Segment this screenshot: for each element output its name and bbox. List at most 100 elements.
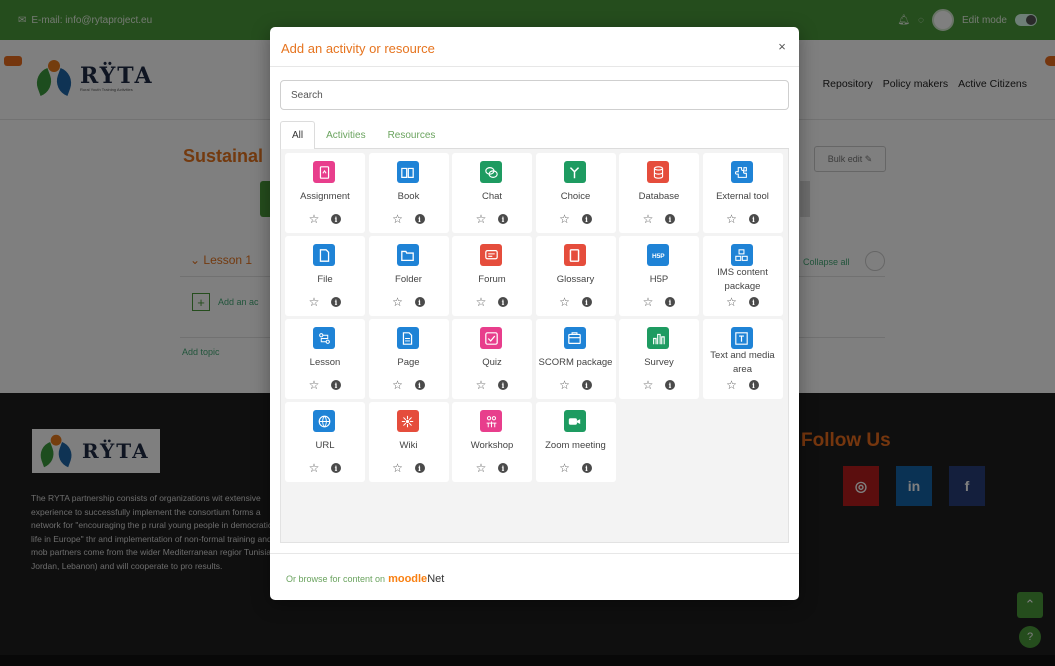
- activity-card-file[interactable]: File ☆ i: [285, 236, 365, 316]
- activity-label: External tool: [716, 191, 769, 202]
- activity-card-ims-package[interactable]: IMS content package ☆ i: [702, 236, 783, 316]
- activity-card-lesson[interactable]: Lesson ☆ i: [285, 319, 365, 399]
- browse-moodlenet-link[interactable]: Or browse for content on moodleNet: [286, 573, 444, 585]
- assignment-icon: [313, 161, 335, 183]
- text-media-icon: [730, 327, 753, 349]
- star-icon[interactable]: ☆: [473, 211, 489, 227]
- info-icon[interactable]: i: [412, 294, 428, 310]
- star-icon[interactable]: ☆: [640, 294, 656, 310]
- activity-label: H5P: [649, 274, 669, 285]
- activity-label: File: [317, 274, 333, 285]
- activity-card-h5p[interactable]: H5P H5P ☆ i: [619, 236, 699, 316]
- info-icon[interactable]: i: [412, 211, 428, 227]
- info-icon[interactable]: i: [412, 377, 428, 393]
- info-icon[interactable]: i: [746, 377, 762, 393]
- activity-grid: Assignment ☆ i Book ☆ i Chat ☆ i Choice ☆ i Database…: [285, 153, 783, 482]
- info-icon[interactable]: i: [495, 377, 511, 393]
- tab-activities[interactable]: Activities: [315, 121, 376, 149]
- info-icon[interactable]: i: [662, 294, 678, 310]
- activity-label: Page: [397, 357, 420, 368]
- activity-card-forum[interactable]: Forum ☆ i: [452, 236, 532, 316]
- star-icon[interactable]: ☆: [557, 211, 573, 227]
- star-icon[interactable]: ☆: [390, 294, 406, 310]
- info-icon[interactable]: i: [746, 294, 762, 310]
- info-icon[interactable]: i: [495, 294, 511, 310]
- star-icon[interactable]: ☆: [390, 377, 406, 393]
- star-icon[interactable]: ☆: [724, 377, 740, 393]
- activity-label: Wiki: [399, 440, 418, 451]
- activity-card-wiki[interactable]: Wiki ☆ i: [368, 402, 449, 482]
- activity-card-url[interactable]: URL ☆ i: [285, 402, 365, 482]
- star-icon[interactable]: ☆: [557, 460, 573, 476]
- info-icon[interactable]: i: [328, 294, 344, 310]
- star-icon[interactable]: ☆: [473, 377, 489, 393]
- activity-card-survey[interactable]: Survey ☆ i: [619, 319, 699, 399]
- close-button[interactable]: ×: [774, 38, 790, 54]
- info-icon[interactable]: i: [662, 211, 678, 227]
- info-icon[interactable]: i: [662, 377, 678, 393]
- activity-card-external-tool[interactable]: External tool ☆ i: [702, 153, 783, 233]
- activity-label: Forum: [478, 274, 506, 285]
- activity-card-database[interactable]: Database ☆ i: [619, 153, 699, 233]
- star-icon[interactable]: ☆: [557, 377, 573, 393]
- lesson-icon: [313, 327, 335, 349]
- info-icon[interactable]: i: [579, 377, 595, 393]
- star-icon[interactable]: ☆: [724, 211, 740, 227]
- info-icon[interactable]: i: [579, 294, 595, 310]
- survey-icon: [647, 327, 669, 349]
- star-icon[interactable]: ☆: [473, 294, 489, 310]
- modal-footer: Or browse for content on moodleNet: [270, 553, 799, 600]
- search-input[interactable]: [280, 80, 789, 110]
- tab-resources[interactable]: Resources: [377, 121, 447, 149]
- star-icon[interactable]: ☆: [557, 294, 573, 310]
- external-tool-icon: [730, 161, 753, 183]
- info-icon[interactable]: i: [495, 460, 511, 476]
- activity-card-text-media[interactable]: Text and media area ☆ i: [702, 319, 783, 399]
- star-icon[interactable]: ☆: [390, 460, 406, 476]
- activity-card-chat[interactable]: Chat ☆ i: [452, 153, 532, 233]
- activity-label: Text and media area: [710, 350, 775, 375]
- activity-card-choice[interactable]: Choice ☆ i: [535, 153, 616, 233]
- star-icon[interactable]: ☆: [640, 211, 656, 227]
- activity-card-book[interactable]: Book ☆ i: [368, 153, 449, 233]
- file-icon: [313, 244, 335, 266]
- activity-card-scorm[interactable]: SCORM package ☆ i: [535, 319, 616, 399]
- info-icon[interactable]: i: [328, 211, 344, 227]
- tab-all[interactable]: All: [280, 121, 316, 150]
- star-icon[interactable]: ☆: [306, 460, 322, 476]
- activity-label: Zoom meeting: [545, 440, 606, 451]
- info-icon[interactable]: i: [328, 377, 344, 393]
- star-icon[interactable]: ☆: [640, 377, 656, 393]
- activity-label: Choice: [560, 191, 591, 202]
- info-icon[interactable]: i: [746, 211, 762, 227]
- star-icon[interactable]: ☆: [306, 211, 322, 227]
- activity-grid-container: Assignment ☆ i Book ☆ i Chat ☆ i Choice ☆ i Database…: [280, 149, 789, 543]
- activity-card-zoom[interactable]: Zoom meeting ☆ i: [535, 402, 616, 482]
- activity-label: Folder: [395, 274, 422, 285]
- activity-card-assignment[interactable]: Assignment ☆ i: [285, 153, 365, 233]
- info-icon[interactable]: i: [328, 460, 344, 476]
- activity-label: Glossary: [556, 274, 595, 285]
- activity-card-workshop[interactable]: Workshop ☆ i: [452, 402, 532, 482]
- database-icon: [647, 161, 669, 183]
- star-icon[interactable]: ☆: [306, 294, 322, 310]
- forum-icon: [480, 244, 502, 266]
- activity-card-page[interactable]: Page ☆ i: [368, 319, 449, 399]
- h5p-icon: H5P: [647, 244, 669, 266]
- ims-package-icon: [730, 244, 753, 266]
- star-icon[interactable]: ☆: [390, 211, 406, 227]
- activity-card-glossary[interactable]: Glossary ☆ i: [535, 236, 616, 316]
- info-icon[interactable]: i: [579, 211, 595, 227]
- activity-card-quiz[interactable]: Quiz ☆ i: [452, 319, 532, 399]
- star-icon[interactable]: ☆: [306, 377, 322, 393]
- activity-card-folder[interactable]: Folder ☆ i: [368, 236, 449, 316]
- activity-label: Survey: [644, 357, 674, 368]
- activity-label: Quiz: [482, 357, 502, 368]
- info-icon[interactable]: i: [412, 460, 428, 476]
- activity-label: Lesson: [309, 357, 341, 368]
- star-icon[interactable]: ☆: [473, 460, 489, 476]
- info-icon[interactable]: i: [495, 211, 511, 227]
- info-icon[interactable]: i: [579, 460, 595, 476]
- star-icon[interactable]: ☆: [724, 294, 740, 310]
- scorm-icon: [563, 327, 586, 349]
